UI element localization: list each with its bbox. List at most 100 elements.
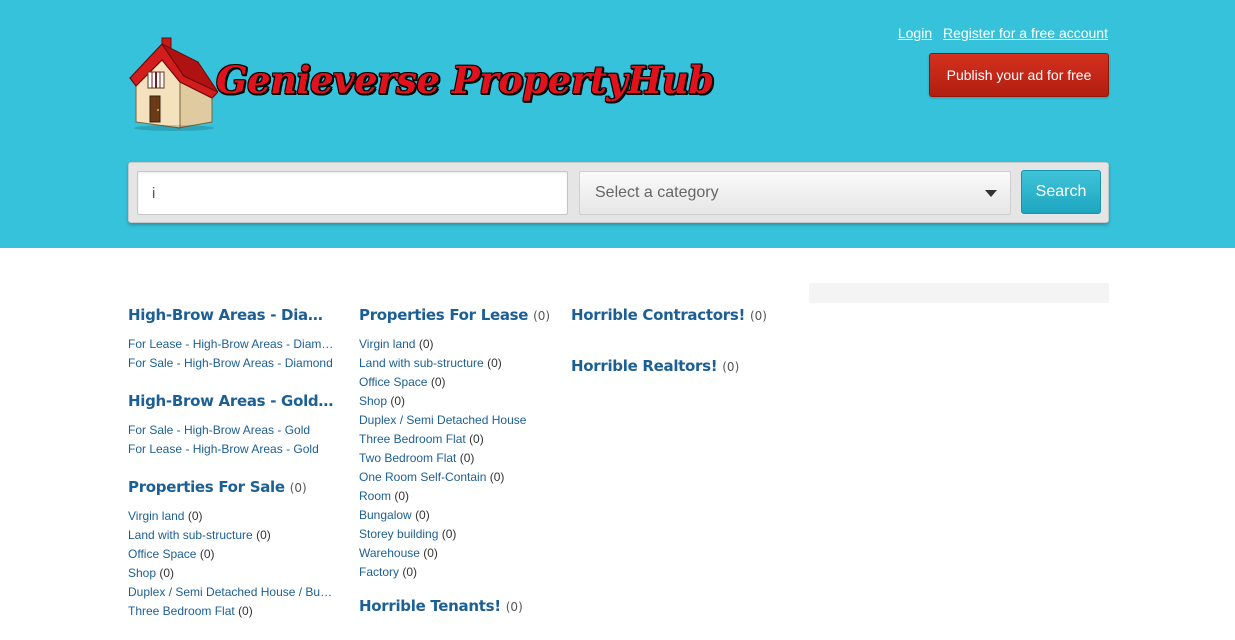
subcategory-link[interactable]: Duplex / Semi Detached House / Bungalow xyxy=(128,583,338,602)
subcategory-count: (0) xyxy=(469,432,484,446)
category-count: (0) xyxy=(722,360,740,374)
category-link[interactable]: Properties For Sale xyxy=(128,478,285,496)
subcategory-link[interactable]: Storey building (0) xyxy=(359,525,551,544)
subcategory-count: (0) xyxy=(423,546,438,560)
house-logo-icon xyxy=(129,37,218,131)
subcategory-list: Virgin land (0) Land with sub-structure … xyxy=(359,335,551,582)
subcategory-label: Factory xyxy=(359,565,400,579)
category-group: Horrible Realtors! (0) xyxy=(571,357,781,375)
category-title: Horrible Tenants! (0) xyxy=(359,597,551,615)
subcategory-label: For Lease - High-Brow Areas - Diamond xyxy=(128,337,338,351)
account-links: Login Register for a free account xyxy=(891,25,1108,41)
search-button[interactable]: Search xyxy=(1021,170,1101,214)
category-count: (0) xyxy=(289,481,307,495)
category-link[interactable]: Horrible Tenants! xyxy=(359,597,501,615)
subcategory-count: (0) xyxy=(199,547,215,561)
subcategory-link[interactable]: Duplex / Semi Detached House xyxy=(359,411,551,430)
subcategory-link[interactable]: Land with sub-structure (0) xyxy=(359,354,551,373)
subcategory-link[interactable]: Virgin land (0) xyxy=(128,507,338,526)
login-link[interactable]: Login xyxy=(898,25,932,41)
category-count: (0) xyxy=(749,309,767,323)
subcategory-label: Virgin land xyxy=(128,509,185,523)
subcategory-link[interactable]: Land with sub-structure (0) xyxy=(128,526,338,545)
category-title: Properties For Lease (0) xyxy=(359,306,551,324)
subcategory-link[interactable]: Three Bedroom Flat (0) xyxy=(128,602,338,621)
subcategory-label: Three Bedroom Flat xyxy=(359,432,466,446)
category-count: (0) xyxy=(505,600,523,614)
category-group: Horrible Tenants! (0) xyxy=(359,597,551,615)
subcategory-count: (0) xyxy=(489,470,505,484)
category-column-2: Properties For Lease (0) Virgin land (0)… xyxy=(359,306,551,634)
subcategory-link[interactable]: Two Bedroom Flat (0) xyxy=(359,449,551,468)
subcategory-link[interactable]: Factory (0) xyxy=(359,563,551,582)
category-group: High-Brow Areas - Gold (0) For Sale - Hi… xyxy=(128,392,338,459)
category-title: Properties For Sale (0) xyxy=(128,478,338,496)
category-group: Horrible Contractors! (0) xyxy=(571,306,781,324)
subcategory-list: Virgin land (0) Land with sub-structure … xyxy=(128,507,338,621)
category-link[interactable]: Horrible Realtors! xyxy=(571,357,718,375)
subcategory-link[interactable]: Office Space (0) xyxy=(359,373,551,392)
subcategory-count: (0) xyxy=(441,527,457,541)
subcategory-label: Office Space xyxy=(128,547,197,561)
subcategory-link[interactable]: Shop (0) xyxy=(128,564,338,583)
site-header: Genieverse PropertyHub Login Register fo… xyxy=(0,0,1235,248)
subcategory-label: For Sale - High-Brow Areas - Gold xyxy=(128,423,311,437)
subcategory-link[interactable]: Virgin land (0) xyxy=(359,335,551,354)
subcategory-label: Office Space xyxy=(359,375,428,389)
subcategory-link[interactable]: For Lease - High-Brow Areas - Gold xyxy=(128,440,338,459)
category-group: High-Brow Areas - Diamond For Lease - Hi… xyxy=(128,306,338,373)
site-logo[interactable]: Genieverse PropertyHub xyxy=(128,36,728,132)
subcategory-link[interactable]: One Room Self-Contain (0) xyxy=(359,468,551,487)
site-logo-text: Genieverse PropertyHub xyxy=(216,58,714,102)
subcategory-count: (0) xyxy=(390,394,406,408)
category-column-1: High-Brow Areas - Diamond For Lease - Hi… xyxy=(128,306,338,640)
category-group: Properties For Sale (0) Virgin land (0) … xyxy=(128,478,338,621)
subcategory-link[interactable]: For Lease - High-Brow Areas - Diamond xyxy=(128,335,338,354)
subcategory-label: Virgin land xyxy=(359,337,416,351)
subcategory-label: Room xyxy=(359,489,392,503)
subcategory-count: (0) xyxy=(487,356,502,370)
subcategory-count: (0) xyxy=(418,337,434,351)
subcategory-count: (0) xyxy=(159,566,175,580)
subcategory-label: Duplex / Semi Detached House / Bungalow xyxy=(128,585,338,599)
subcategory-count: (0) xyxy=(430,375,446,389)
category-link[interactable]: Properties For Lease xyxy=(359,306,528,324)
category-count: (0) xyxy=(533,309,551,323)
category-select[interactable]: Select a category xyxy=(579,171,1011,215)
register-link[interactable]: Register for a free account xyxy=(943,25,1108,41)
category-link[interactable]: Horrible Contractors! xyxy=(571,306,745,324)
subcategory-list: For Lease - High-Brow Areas - Diamond Fo… xyxy=(128,335,338,373)
subcategory-link[interactable]: Shop (0) xyxy=(359,392,551,411)
subcategory-link[interactable]: Bungalow (0) xyxy=(359,506,551,525)
subcategory-link[interactable]: For Sale - High-Brow Areas - Gold xyxy=(128,421,338,440)
subcategory-count: (0) xyxy=(415,508,430,522)
category-select-label: Select a category xyxy=(595,184,719,201)
subcategory-label: Shop xyxy=(128,566,157,580)
subcategory-count: (0) xyxy=(459,451,475,465)
category-link[interactable]: High-Brow Areas - Diamond xyxy=(128,306,338,324)
publish-ad-button[interactable]: Publish your ad for free xyxy=(929,53,1109,97)
subcategory-label: For Lease - High-Brow Areas - Gold xyxy=(128,442,319,456)
subcategory-label: Storey building xyxy=(359,527,439,541)
category-title: High-Brow Areas - Diamond xyxy=(128,306,338,324)
category-group: Properties For Lease (0) Virgin land (0)… xyxy=(359,306,551,582)
subcategory-link[interactable]: Three Bedroom Flat (0) xyxy=(359,430,551,449)
subcategory-label: One Room Self-Contain xyxy=(359,470,487,484)
category-title: Horrible Contractors! (0) xyxy=(571,306,781,324)
search-bar: Select a category Search xyxy=(128,162,1109,223)
subcategory-link[interactable]: Warehouse (0) xyxy=(359,544,551,563)
subcategory-count: (0) xyxy=(256,528,271,542)
subcategory-label: Three Bedroom Flat xyxy=(128,604,235,618)
subcategory-link[interactable]: For Sale - High-Brow Areas - Diamond xyxy=(128,354,338,373)
category-link[interactable]: High-Brow Areas - Gold xyxy=(128,392,333,410)
chevron-down-icon xyxy=(985,190,997,197)
category-title: Horrible Realtors! (0) xyxy=(571,357,781,375)
subcategory-label: Two Bedroom Flat xyxy=(359,451,457,465)
search-input[interactable] xyxy=(137,171,568,215)
subcategory-label: Duplex / Semi Detached House xyxy=(359,413,527,427)
subcategory-label: Shop xyxy=(359,394,388,408)
subcategory-count: (0) xyxy=(402,565,418,579)
subcategory-link[interactable]: Room (0) xyxy=(359,487,551,506)
subcategory-link[interactable]: Office Space (0) xyxy=(128,545,338,564)
subcategory-label: Bungalow xyxy=(359,508,412,522)
